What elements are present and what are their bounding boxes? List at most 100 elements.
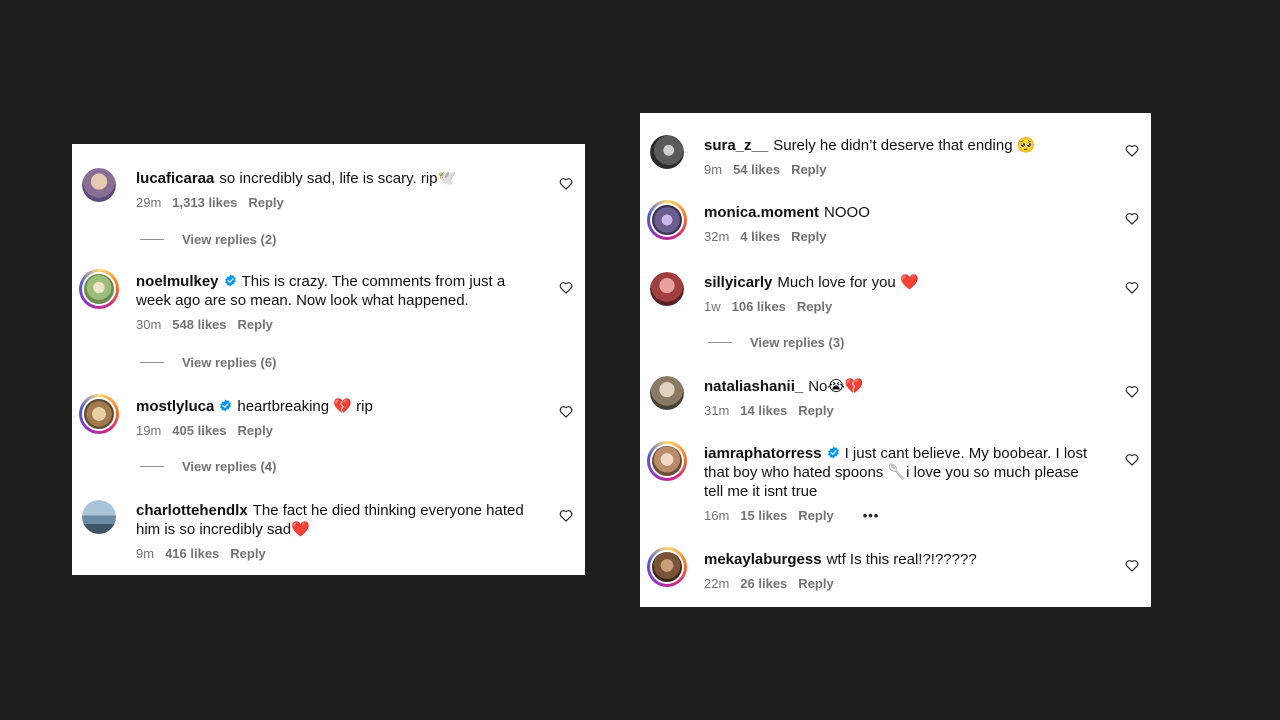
reply-button[interactable]: Reply xyxy=(238,317,273,332)
comment-time: 9m xyxy=(136,546,155,561)
comment-body: NOOO xyxy=(824,204,870,221)
view-replies-label[interactable]: View replies (4) xyxy=(182,459,276,474)
comment-username[interactable]: nataliashanii_ xyxy=(704,378,803,395)
comment-meta: 9m 416 likes Reply xyxy=(136,546,535,562)
avatar[interactable] xyxy=(82,500,116,534)
avatar[interactable] xyxy=(647,200,687,240)
avatar[interactable] xyxy=(647,547,687,587)
comments-panel-right: sura_z__ Surely he didn’t deserve that en… xyxy=(640,113,1151,607)
comment-likes[interactable]: 26 likes xyxy=(740,576,787,591)
view-replies-button[interactable]: View replies (6) xyxy=(140,355,276,370)
comment-meta: 16m 15 likes Reply ••• xyxy=(704,508,1101,524)
comment-text: lucaficaraa so incredibly sad, life is sc… xyxy=(136,169,535,188)
reply-button[interactable]: Reply xyxy=(230,546,265,561)
comment-username[interactable]: noelmulkey xyxy=(136,273,219,290)
divider xyxy=(708,342,732,343)
view-replies-label[interactable]: View replies (6) xyxy=(182,355,276,370)
comment-time: 19m xyxy=(136,423,162,438)
comment-likes[interactable]: 14 likes xyxy=(740,403,787,418)
avatar[interactable] xyxy=(650,135,684,169)
reply-button[interactable]: Reply xyxy=(791,162,826,177)
divider xyxy=(140,239,164,240)
comment-time: 30m xyxy=(136,317,162,332)
comment-likes[interactable]: 416 likes xyxy=(165,546,219,561)
reply-button[interactable]: Reply xyxy=(798,576,833,591)
comment-meta: 19m 405 likes Reply xyxy=(136,423,535,439)
reply-button[interactable]: Reply xyxy=(248,195,283,210)
comment-username[interactable]: lucaficaraa xyxy=(136,170,214,187)
reply-button[interactable]: Reply xyxy=(791,229,826,244)
reply-button[interactable]: Reply xyxy=(798,508,833,523)
avatar[interactable] xyxy=(82,168,116,202)
comment-text: nataliashanii_ No😭💔 xyxy=(704,377,1101,396)
comment-meta: 30m 548 likes Reply xyxy=(136,317,535,333)
comment-time: 31m xyxy=(704,403,730,418)
comment-likes[interactable]: 405 likes xyxy=(172,423,226,438)
avatar[interactable] xyxy=(650,272,684,306)
heart-outline-icon[interactable] xyxy=(1125,281,1139,294)
comment-time: 22m xyxy=(704,576,730,591)
comment-username[interactable]: monica.moment xyxy=(704,204,819,221)
comment-text: charlottehendlx The fact he died thinking… xyxy=(136,501,535,539)
comment-meta: 32m 4 likes Reply xyxy=(704,229,1101,245)
more-options-icon[interactable]: ••• xyxy=(863,508,880,523)
divider xyxy=(140,466,164,467)
verified-badge-icon xyxy=(827,446,839,459)
view-replies-button[interactable]: View replies (3) xyxy=(708,335,844,350)
divider xyxy=(140,362,164,363)
avatar[interactable] xyxy=(647,441,687,481)
comment-meta: 1w 106 likes Reply xyxy=(704,299,1101,315)
comment-time: 32m xyxy=(704,229,730,244)
comment-time: 1w xyxy=(704,299,721,314)
comment-body: No😭💔 xyxy=(808,378,864,395)
view-replies-label[interactable]: View replies (3) xyxy=(750,335,844,350)
comment-likes[interactable]: 548 likes xyxy=(172,317,226,332)
view-replies-button[interactable]: View replies (4) xyxy=(140,459,276,474)
heart-outline-icon[interactable] xyxy=(559,177,573,190)
comment-username[interactable]: mostlyluca xyxy=(136,398,214,415)
comment-username[interactable]: sura_z__ xyxy=(704,137,768,154)
heart-outline-icon[interactable] xyxy=(1125,144,1139,157)
heart-outline-icon[interactable] xyxy=(1125,212,1139,225)
comment-likes[interactable]: 54 likes xyxy=(733,162,780,177)
comment-body: wtf Is this real!?!????? xyxy=(826,551,977,568)
comment-body: so incredibly sad, life is scary. rip🕊️ xyxy=(219,170,457,187)
heart-outline-icon[interactable] xyxy=(559,509,573,522)
avatar[interactable] xyxy=(650,376,684,410)
avatar[interactable] xyxy=(79,394,119,434)
heart-outline-icon[interactable] xyxy=(1125,385,1139,398)
comment-body: heartbreaking 💔 rip xyxy=(237,398,373,415)
comment-username[interactable]: charlottehendlx xyxy=(136,502,248,519)
comment-likes[interactable]: 4 likes xyxy=(740,229,780,244)
comment-time: 29m xyxy=(136,195,162,210)
comment-likes[interactable]: 15 likes xyxy=(740,508,787,523)
comment-meta: 9m 54 likes Reply xyxy=(704,162,1101,178)
comment-text: monica.moment NOOO xyxy=(704,203,1101,222)
comment-text: sura_z__ Surely he didn’t deserve that en… xyxy=(704,136,1101,155)
comment-text: iamraphatorress I just cant believe. My b… xyxy=(704,444,1101,501)
comment-text: noelmulkey This is crazy. The comments fr… xyxy=(136,272,535,310)
reply-button[interactable]: Reply xyxy=(798,403,833,418)
comment-likes[interactable]: 1,313 likes xyxy=(172,195,237,210)
heart-outline-icon[interactable] xyxy=(1125,559,1139,572)
view-replies-label[interactable]: View replies (2) xyxy=(182,232,276,247)
comment-username[interactable]: iamraphatorress xyxy=(704,445,822,462)
comment-body: Much love for you ❤️ xyxy=(777,274,919,291)
heart-outline-icon[interactable] xyxy=(1125,453,1139,466)
reply-button[interactable]: Reply xyxy=(238,423,273,438)
comment-time: 9m xyxy=(704,162,723,177)
comment-username[interactable]: mekaylaburgess xyxy=(704,551,822,568)
comment-meta: 29m 1,313 likes Reply xyxy=(136,195,535,211)
comment-meta: 22m 26 likes Reply xyxy=(704,576,1101,592)
comment-username[interactable]: sillyicarly xyxy=(704,274,772,291)
comment-text: sillyicarly Much love for you ❤️ xyxy=(704,273,1101,292)
comment-meta: 31m 14 likes Reply xyxy=(704,403,1101,419)
view-replies-button[interactable]: View replies (2) xyxy=(140,232,276,247)
comments-panel-left: lucaficaraa so incredibly sad, life is sc… xyxy=(72,144,585,575)
reply-button[interactable]: Reply xyxy=(797,299,832,314)
comment-likes[interactable]: 106 likes xyxy=(732,299,786,314)
comment-text: mekaylaburgess wtf Is this real!?!????? xyxy=(704,550,1101,569)
avatar[interactable] xyxy=(79,269,119,309)
heart-outline-icon[interactable] xyxy=(559,405,573,418)
heart-outline-icon[interactable] xyxy=(559,281,573,294)
